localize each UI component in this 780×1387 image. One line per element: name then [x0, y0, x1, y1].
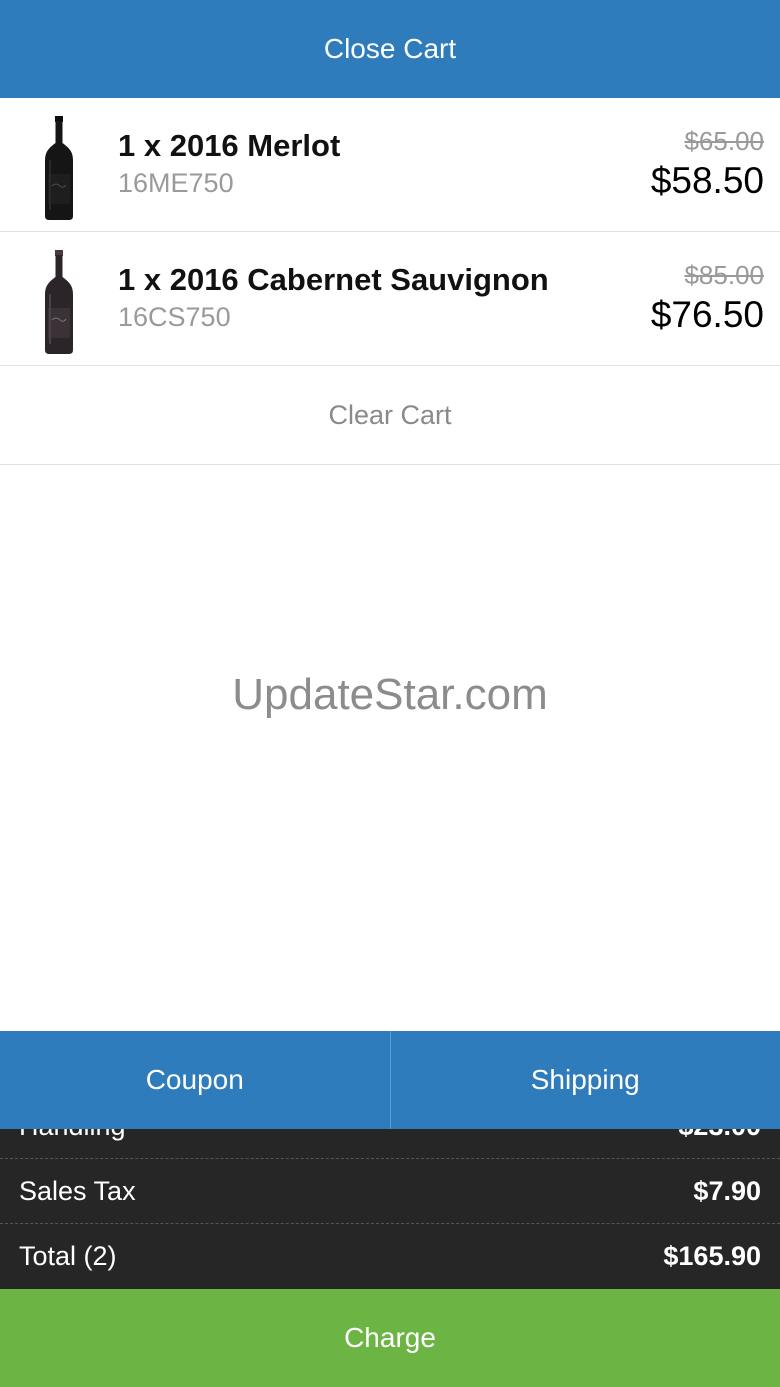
- clear-cart-button[interactable]: Clear Cart: [0, 366, 780, 465]
- original-price: $85.00: [684, 260, 764, 290]
- cart-item[interactable]: 1 x 2016 Cabernet Sauvignon 16CS750 $85.…: [0, 232, 780, 366]
- watermark: UpdateStar.com: [232, 670, 548, 719]
- discounted-price: $58.50: [650, 160, 764, 201]
- original-price: $65.00: [684, 126, 764, 156]
- sales-tax-row: Sales Tax $7.90: [0, 1160, 780, 1224]
- item-sku: 16CS750: [118, 302, 231, 332]
- cart-actions: Coupon Shipping: [0, 1031, 780, 1129]
- total-row: Total (2) $165.90: [0, 1224, 780, 1288]
- charge-button[interactable]: Charge: [0, 1289, 780, 1387]
- total-value: $165.90: [663, 1240, 761, 1271]
- wine-bottle-icon: [45, 116, 73, 220]
- sales-tax-value: $7.90: [693, 1176, 761, 1206]
- sales-tax-label: Sales Tax: [19, 1176, 136, 1206]
- wine-bottle-icon: [45, 250, 73, 354]
- discounted-price: $76.50: [650, 294, 764, 335]
- cart-screen: Close Cart 1 x 2016 Merlot 16ME750 $65.0…: [0, 0, 780, 1387]
- cart-item[interactable]: 1 x 2016 Merlot 16ME750 $65.00 $58.50: [0, 98, 780, 232]
- shipping-button[interactable]: Shipping: [389, 1031, 780, 1129]
- total-label: Total (2): [19, 1240, 117, 1271]
- close-cart-button[interactable]: Close Cart: [0, 0, 780, 98]
- coupon-button[interactable]: Coupon: [0, 1031, 390, 1129]
- item-title: 1 x 2016 Merlot: [118, 128, 341, 163]
- item-sku: 16ME750: [118, 168, 234, 198]
- item-title: 1 x 2016 Cabernet Sauvignon: [118, 262, 549, 297]
